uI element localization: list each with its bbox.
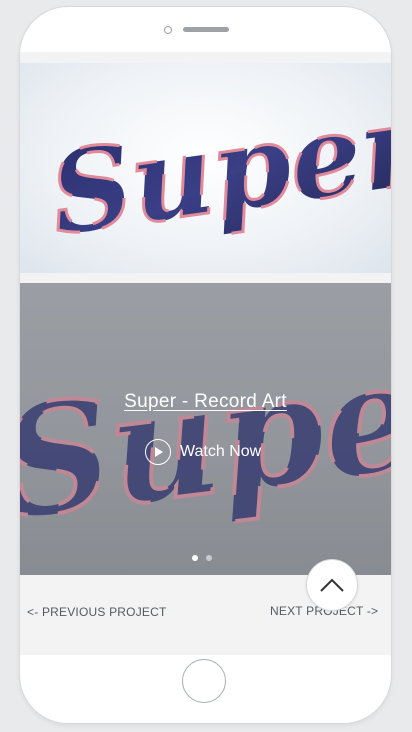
camera-dot xyxy=(164,26,172,34)
watch-now-label: Watch Now xyxy=(180,443,262,460)
speaker-grille xyxy=(183,27,229,32)
chevron-up-icon xyxy=(320,578,344,592)
slide-dot-1[interactable] xyxy=(192,555,198,561)
hero-image: Super xyxy=(20,63,391,273)
home-button[interactable] xyxy=(182,659,226,703)
slide-pagination xyxy=(192,555,212,561)
previous-project-link[interactable]: <- PREVIOUS PROJECT xyxy=(27,605,167,619)
phone-frame: Super Super Super - Record Art Watch Now… xyxy=(20,7,391,723)
slide-dot-2[interactable] xyxy=(206,555,212,561)
play-icon xyxy=(145,439,171,465)
back-to-top-button[interactable] xyxy=(307,560,357,610)
screen: Super Super Super - Record Art Watch Now… xyxy=(20,52,391,655)
hero-script-text: Super xyxy=(43,79,391,261)
hero-lettering: Super xyxy=(41,77,391,262)
slide-overlay xyxy=(20,283,391,575)
project-slide[interactable]: Super Super - Record Art Watch Now xyxy=(20,283,391,575)
project-title-link[interactable]: Super - Record Art xyxy=(20,391,391,413)
watch-now-button[interactable]: Watch Now xyxy=(145,437,261,467)
